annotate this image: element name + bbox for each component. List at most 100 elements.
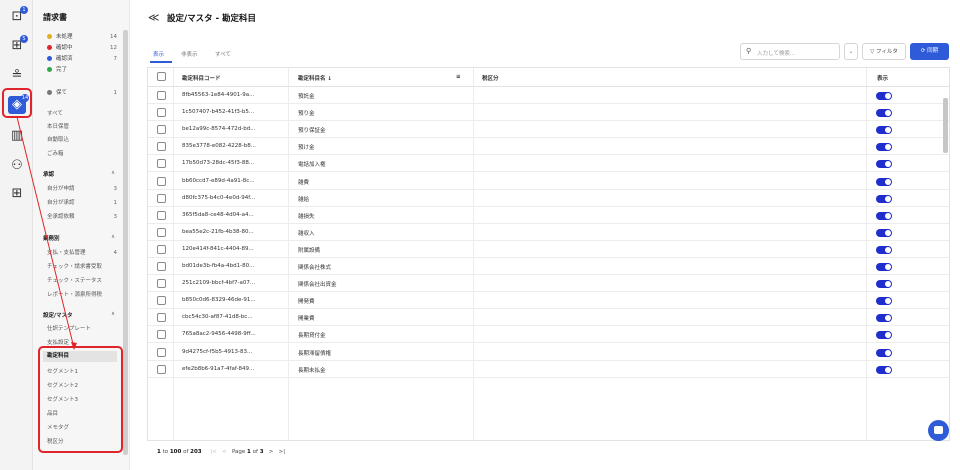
cell-name: 開業費: [298, 316, 315, 323]
filter-button[interactable]: ▽ フィルタ: [862, 43, 906, 60]
display-toggle[interactable]: [876, 92, 892, 100]
row-checkbox[interactable]: [157, 159, 166, 169]
display-toggle[interactable]: [876, 280, 892, 289]
row-checkbox[interactable]: [157, 125, 166, 135]
table-row[interactable]: 835e3778-e082-4228-b8... 預け金: [148, 138, 949, 156]
display-toggle[interactable]: [876, 109, 892, 118]
cell-code: 17b50d73-28dc-45f3-88...: [182, 160, 255, 167]
table-row[interactable]: 17b50d73-28dc-45f3-88... 電話加入権: [148, 155, 949, 173]
cell-code: bd01de3b-fb4a-4bd1-80...: [182, 263, 255, 269]
cell-code: efe2b8b6-91a7-4faf-849...: [182, 365, 255, 372]
display-toggle[interactable]: [876, 331, 892, 340]
table-row[interactable]: bd01de3b-fb4a-4bd1-80... 関係会社株式: [148, 258, 949, 276]
col-tax[interactable]: 税区分: [482, 74, 499, 82]
display-toggle[interactable]: [876, 348, 892, 357]
pagination: 1 to 100 of 203 |< < Page 1 of 3 > >|: [157, 449, 286, 455]
cell-name: 預り金: [298, 111, 315, 118]
cell-code: 251c2109-bbcf-4bf7-a07...: [182, 280, 256, 287]
display-toggle[interactable]: [876, 314, 892, 323]
display-toggle[interactable]: [876, 126, 892, 135]
cell-code: 120e414f-841c-4404-89...: [182, 245, 254, 252]
cell-name: 雑損失: [298, 213, 315, 220]
display-toggle[interactable]: [876, 228, 892, 237]
table-row[interactable]: b850c0d6-8329-46de-91... 開発費: [148, 292, 949, 310]
chevron-down-icon[interactable]: ⌄: [844, 43, 858, 60]
cell-name: 雑収入: [298, 230, 315, 237]
tab-hidden[interactable]: 非表示: [181, 50, 198, 58]
display-toggle[interactable]: [876, 245, 892, 254]
collapse-icon[interactable]: ≪: [148, 11, 160, 24]
select-all-checkbox[interactable]: [157, 72, 166, 81]
chat-icon[interactable]: [928, 420, 949, 441]
row-checkbox[interactable]: [157, 296, 166, 306]
display-toggle[interactable]: [876, 365, 892, 374]
table-row[interactable]: 365f5da8-ce48-4d04-a4... 雑損失: [148, 207, 949, 224]
cell-code: 9d4275cf-f5b5-4913-83...: [182, 348, 253, 355]
row-checkbox[interactable]: [157, 142, 166, 152]
main-panel: ≪ 設定/マスタ - 勘定科目 表示 非表示 すべて ⚲ 入力して検索... ⌄ …: [130, 0, 960, 470]
search-icon: ⚲: [746, 47, 752, 55]
row-checkbox[interactable]: [157, 227, 166, 237]
display-toggle[interactable]: [876, 194, 892, 203]
cell-name: 預け金: [298, 145, 315, 152]
cell-code: bea55e2c-21fb-4b38-80...: [182, 228, 254, 235]
row-checkbox[interactable]: [157, 364, 166, 374]
table-row[interactable]: bb60ccd7-e89d-4a91-8c... 雑費: [148, 173, 949, 190]
cell-name: 関係会社株式: [298, 265, 332, 271]
row-checkbox[interactable]: [157, 244, 166, 254]
cell-name: 附属設備: [298, 247, 321, 254]
display-toggle[interactable]: [876, 177, 892, 186]
first-page-button[interactable]: |<: [210, 449, 216, 455]
cell-code: be12a99c-8574-472d-bd...: [182, 126, 256, 133]
col-name[interactable]: 勘定科目名 ↓: [298, 74, 332, 82]
cell-code: cbc54c30-af87-41d8-bc...: [182, 314, 253, 321]
tab-visible[interactable]: 表示: [153, 50, 164, 58]
cell-name: 長期滞留債権: [298, 350, 332, 357]
cell-name: 長期貸付金: [298, 333, 326, 340]
search-input[interactable]: ⚲ 入力して検索...: [740, 43, 840, 60]
row-checkbox[interactable]: [157, 193, 166, 203]
row-checkbox[interactable]: [157, 279, 166, 289]
table-row[interactable]: 9d4275cf-f5b5-4913-83... 長期滞留債権: [148, 344, 949, 361]
tab-underline: [150, 61, 172, 63]
table-row[interactable]: 765a8ac2-9456-4498-9ff... 長期貸付金: [148, 326, 949, 344]
menu-icon[interactable]: ≡: [456, 74, 461, 80]
cell-name: 関係会社出資金: [298, 282, 337, 289]
cell-name: 雑費: [298, 179, 310, 186]
last-page-button[interactable]: >|: [279, 449, 285, 455]
sync-button[interactable]: ⟳ 同期: [910, 43, 949, 60]
prev-page-button[interactable]: <: [222, 449, 227, 455]
table-row[interactable]: 8fb45563-1e84-4901-9a... 預託金: [148, 87, 949, 105]
cell-code: 365f5da8-ce48-4d04-a4...: [182, 211, 254, 218]
col-display[interactable]: 表示: [877, 74, 888, 82]
table-row[interactable]: be12a99c-8574-472d-bd... 預り保証金: [148, 121, 949, 139]
row-checkbox[interactable]: [157, 330, 166, 340]
table-row[interactable]: cbc54c30-af87-41d8-bc... 開業費: [148, 309, 949, 327]
row-checkbox[interactable]: [157, 262, 166, 271]
row-checkbox[interactable]: [157, 176, 166, 186]
row-checkbox[interactable]: [157, 210, 166, 220]
table-row[interactable]: bea55e2c-21fb-4b38-80... 雑収入: [148, 224, 949, 241]
display-toggle[interactable]: [876, 160, 892, 169]
row-checkbox[interactable]: [157, 313, 166, 323]
display-toggle[interactable]: [876, 263, 892, 271]
table-row[interactable]: 251c2109-bbcf-4bf7-a07... 関係会社出資金: [148, 275, 949, 293]
row-checkbox[interactable]: [157, 108, 166, 118]
cell-name: 開発費: [298, 299, 315, 306]
display-toggle[interactable]: [876, 297, 892, 306]
table-row[interactable]: 1c507407-b452-41f3-b5... 預り金: [148, 104, 949, 122]
row-checkbox[interactable]: [157, 91, 166, 100]
cell-name: 長期未払金: [298, 367, 326, 374]
table-row[interactable]: efe2b8b6-91a7-4faf-849... 長期未払金: [148, 361, 949, 378]
col-code[interactable]: 勘定科目コード: [182, 74, 221, 82]
cell-name: 預託金: [298, 94, 315, 100]
row-checkbox[interactable]: [157, 347, 166, 357]
display-toggle[interactable]: [876, 143, 892, 152]
table-scrollbar[interactable]: [943, 98, 948, 153]
cell-code: 765a8ac2-9456-4498-9ff...: [182, 331, 256, 338]
next-page-button[interactable]: >: [269, 449, 274, 455]
table-row[interactable]: d80fc375-b4c0-4e0d-94f... 雑給: [148, 190, 949, 207]
display-toggle[interactable]: [876, 211, 892, 220]
table-row[interactable]: 120e414f-841c-4404-89... 附属設備: [148, 241, 949, 258]
tab-all[interactable]: すべて: [215, 50, 231, 58]
